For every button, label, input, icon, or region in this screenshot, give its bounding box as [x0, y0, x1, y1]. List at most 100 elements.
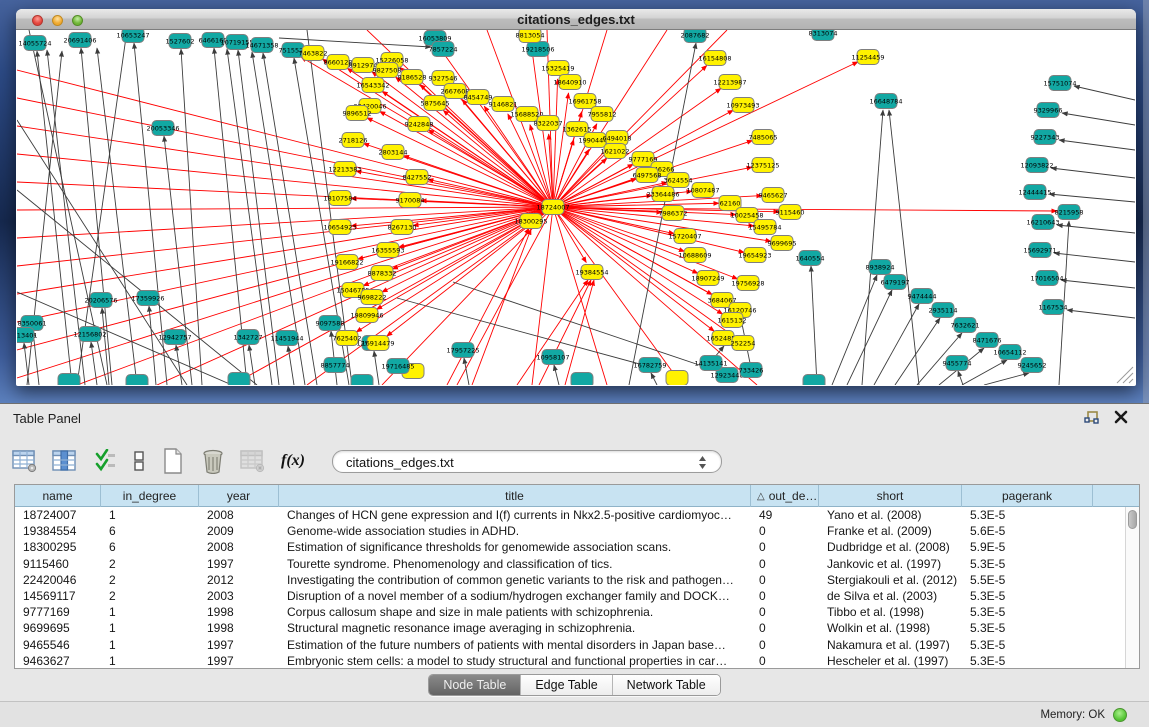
table-row[interactable]: 977716911998Corpus callosum shape and si… — [15, 604, 1139, 620]
graph-node[interactable]: 6497568 — [633, 168, 662, 183]
graph-node[interactable]: 10654112 — [993, 345, 1026, 360]
graph-node[interactable]: 17957225 — [446, 343, 479, 358]
graph-node[interactable]: 12444415 — [1018, 185, 1051, 200]
graph-node[interactable] — [803, 375, 825, 386]
graph-node[interactable]: 8215958 — [1055, 205, 1084, 220]
graph-node[interactable]: 8186528 — [398, 70, 427, 85]
table-vertical-scrollbar[interactable] — [1125, 507, 1139, 668]
column-header-out_de[interactable]: △out_de… — [751, 485, 819, 507]
graph-node[interactable]: 8427552 — [403, 170, 432, 185]
graph-node[interactable]: 2087682 — [681, 30, 710, 43]
table-row[interactable]: 1456911722003Disruption of a novel membe… — [15, 588, 1139, 604]
trash-icon[interactable] — [198, 445, 228, 477]
graph-node[interactable]: 1621022 — [601, 144, 630, 159]
select-column-icon[interactable] — [50, 445, 80, 477]
graph-node[interactable]: 9242848 — [405, 117, 434, 132]
tab-node-table[interactable]: Node Table — [429, 675, 521, 695]
scrollbar-thumb[interactable] — [1128, 510, 1137, 529]
column-header-year[interactable]: year — [199, 485, 279, 507]
graph-node[interactable]: 20053346 — [146, 121, 179, 136]
graph-node[interactable]: 10688609 — [678, 248, 711, 263]
graph-node[interactable]: 7986372 — [659, 206, 688, 221]
graph-node[interactable]: 6479197 — [881, 275, 910, 290]
graph-node[interactable]: 23364486 — [646, 187, 679, 202]
graph-node[interactable]: 2803144 — [379, 145, 408, 160]
table-row[interactable]: 1830029562008Estimation of significance … — [15, 539, 1139, 555]
graph-node[interactable]: 1527602 — [166, 34, 195, 49]
graph-node[interactable]: 1167534 — [1039, 300, 1068, 315]
graph-node[interactable]: 10653247 — [116, 30, 149, 43]
graph-node[interactable]: 7955812 — [588, 107, 617, 122]
graph-node[interactable]: 19218506 — [521, 42, 554, 57]
graph-node[interactable]: 1640554 — [796, 251, 825, 266]
function-builder-icon[interactable]: f(x) — [278, 445, 308, 477]
graph-node[interactable] — [666, 371, 688, 386]
graph-node[interactable]: 8857774 — [321, 358, 350, 373]
graph-node[interactable]: 2935114 — [929, 303, 958, 318]
resize-grip-icon[interactable] — [1117, 367, 1133, 383]
graph-node[interactable] — [351, 375, 373, 386]
graph-node[interactable]: 5875645 — [421, 96, 450, 111]
graph-node[interactable]: 12093822 — [1020, 158, 1053, 173]
graph-node[interactable]: 16154808 — [698, 51, 731, 66]
column-header-name[interactable]: name — [15, 485, 101, 507]
graph-node[interactable]: 9245652 — [1018, 358, 1047, 373]
graph-node[interactable]: 19654923 — [738, 248, 771, 263]
graph-node[interactable]: 15325419 — [541, 61, 574, 76]
graph-node[interactable]: 7857224 — [429, 42, 458, 57]
graph-node[interactable]: 14055724 — [18, 36, 51, 51]
graph-node[interactable]: 19756928 — [731, 276, 764, 291]
graph-node[interactable]: 16782759 — [633, 358, 666, 373]
close-panel-icon[interactable] — [1113, 409, 1129, 425]
graph-node[interactable]: 9329966 — [1034, 103, 1063, 118]
graph-node[interactable]: 733426 — [739, 363, 764, 378]
graph-node[interactable]: 8813054 — [516, 30, 545, 43]
graph-node[interactable]: 20691406 — [63, 33, 96, 48]
tab-edge-table[interactable]: Edge Table — [521, 675, 612, 695]
tab-network-table[interactable]: Network Table — [613, 675, 720, 695]
graph-svg[interactable]: 14055724 20691406 10653247 1527602 64661… — [17, 30, 1135, 385]
graph-node[interactable] — [228, 373, 250, 386]
column-header-pagerank[interactable]: pagerank — [962, 485, 1093, 507]
select-rows-icon[interactable] — [90, 445, 120, 477]
column-header-in_degree[interactable]: in_degree — [101, 485, 199, 507]
graph-node[interactable]: 8878332 — [368, 266, 397, 281]
graph-node[interactable]: 8938924 — [866, 260, 895, 275]
table-row[interactable]: 1872400712008Changes of HCN gene express… — [15, 507, 1139, 523]
graph-node[interactable]: 3624554 — [664, 173, 693, 188]
column-header-short[interactable]: short — [819, 485, 962, 507]
graph-node[interactable]: 7485065 — [749, 130, 778, 145]
graph-node[interactable]: 9698222 — [358, 290, 387, 305]
graph-node[interactable]: 8267130 — [388, 220, 417, 235]
graph-node[interactable] — [126, 375, 148, 386]
new-document-icon[interactable] — [158, 445, 188, 477]
graph-node[interactable]: 1342727 — [234, 330, 263, 345]
memory-status-indicator[interactable] — [1113, 708, 1127, 722]
table-row[interactable]: 911546021997Tourette syndrome. Phenomeno… — [15, 556, 1139, 572]
graph-node[interactable]: 9170084 — [396, 193, 425, 208]
table-settings-icon[interactable] — [10, 445, 40, 477]
graph-node[interactable]: 7632621 — [951, 318, 980, 333]
graph-node[interactable] — [58, 374, 80, 386]
graph-node[interactable]: 9896512 — [343, 106, 372, 121]
graph-node[interactable]: 12213987 — [713, 75, 746, 90]
graph-node[interactable] — [571, 373, 593, 386]
graph-node[interactable]: 9455774 — [943, 356, 972, 371]
graph-node[interactable]: 9465627 — [759, 188, 788, 203]
graph-node[interactable]: 9115460 — [776, 205, 805, 220]
graph-node[interactable]: 17016504 — [1030, 271, 1063, 286]
table-row[interactable]: 946362711997Embryonic stem cells: a mode… — [15, 653, 1139, 669]
table-row[interactable]: 946554611997Estimation of the future num… — [15, 637, 1139, 653]
graph-node[interactable]: 9474444 — [908, 289, 937, 304]
graph-node[interactable]: 8313074 — [809, 30, 838, 41]
graph-node[interactable]: 17359926 — [131, 291, 164, 306]
graph-node[interactable]: 7625402 — [333, 331, 362, 346]
graph-node[interactable]: 15692971 — [1023, 243, 1056, 258]
graph-node[interactable]: 8322037 — [534, 116, 563, 131]
graph-node[interactable]: 16648784 — [869, 94, 902, 109]
graph-node[interactable]: 9097588 — [316, 316, 345, 331]
graph-node[interactable]: 15751074 — [1043, 76, 1076, 91]
column-header-title[interactable]: title — [279, 485, 751, 507]
network-canvas[interactable]: 14055724 20691406 10653247 1527602 64661… — [17, 30, 1135, 385]
graph-node[interactable]: 10958107 — [536, 350, 569, 365]
